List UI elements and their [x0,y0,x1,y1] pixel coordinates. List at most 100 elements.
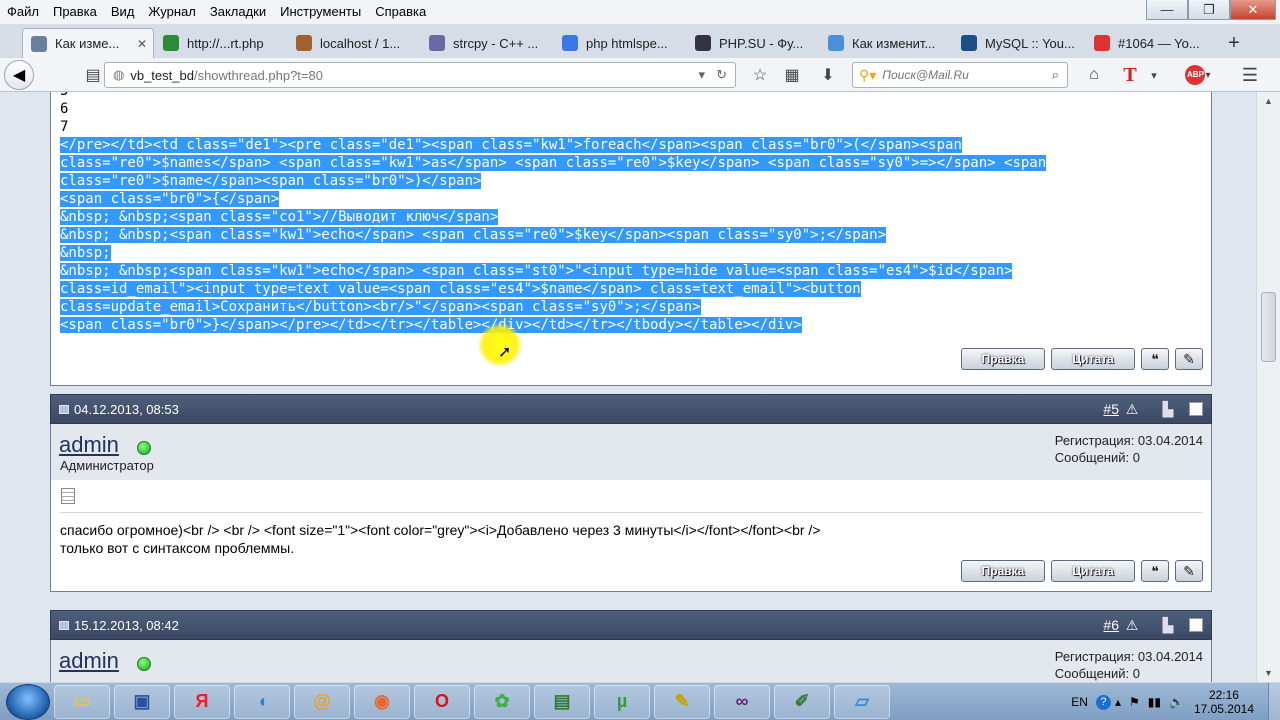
system-tray: EN ? ▴ ⚑ ▮▮ 🔈 22:16 17.05.2014 [1071,683,1280,720]
extension-dropdown-icon[interactable]: ▾ [1146,62,1162,88]
bookmark-star-icon[interactable]: ☆ [746,62,774,88]
browser-tab[interactable]: Как изменит... [820,28,952,58]
quote-button[interactable]: Цитата [1051,560,1135,582]
scroll-down-icon[interactable]: ▼ [1257,664,1280,682]
mail-agent-icon[interactable]: @ [294,684,350,719]
visualstudio-icon[interactable]: ∞ [714,684,770,719]
start-button[interactable] [6,683,50,720]
terminal-icon[interactable]: ▤ [534,684,590,719]
help-icon[interactable]: ? [1095,694,1111,710]
menu-item[interactable]: Журнал [141,0,202,24]
browser-tab[interactable]: http://...rt.php [155,28,287,58]
quick-reply-icon[interactable]: ✎ [1175,560,1203,582]
code-line: 7 [60,118,68,136]
tray-expand-icon[interactable]: ▴ [1115,695,1121,709]
explorer-icon[interactable]: ▭ [54,684,110,719]
quote-button[interactable]: Цитата [1051,348,1135,370]
post-username[interactable]: admin [59,648,119,674]
network-icon[interactable]: ▮▮ [1148,695,1161,709]
post-document-icon [61,488,75,504]
code-line: class=id_email"><input type=text value=<… [60,280,861,298]
menu-item[interactable]: Закладки [203,0,273,24]
code-line: 6 [60,100,68,118]
close-button[interactable]: ✕ [1230,0,1276,20]
download-icon[interactable]: ⬇ [814,62,842,88]
adblock-icon[interactable]: ABP ▾ [1178,62,1218,88]
reload-icon[interactable]: ↻ [716,67,727,83]
browser-tab[interactable]: #1064 — Yo... [1086,28,1218,58]
scroll-thumb[interactable] [1261,292,1276,362]
volume-icon[interactable]: 🔈 [1169,695,1184,709]
utorrent-icon[interactable]: µ [594,684,650,719]
browser-tab[interactable]: Как изме... ✕ [22,28,154,58]
report-warning-icon[interactable]: ⚠ [1123,617,1141,633]
menu-item[interactable]: Инструменты [273,0,368,24]
post-date: 04.12.2013, 08:53 [59,402,179,417]
ip-icon[interactable]: ▙ [1159,617,1177,633]
t-extension-icon[interactable]: T [1116,62,1144,88]
menu-item[interactable]: Файл [0,0,46,24]
mysql-icon [961,35,977,51]
save-icon[interactable]: ▣ [114,684,170,719]
ip-icon[interactable]: ▙ [1159,401,1177,417]
quick-reply-icon[interactable]: ✎ [1175,348,1203,370]
tab-close-icon[interactable]: ✕ [137,37,147,51]
language-indicator[interactable]: EN [1071,695,1088,709]
menu-item[interactable]: Правка [46,0,104,24]
firefox-icon[interactable]: ◉ [354,684,410,719]
editor-icon[interactable]: ✐ [774,684,830,719]
selected-code-text: </pre></td><td class="de1"><pre class="d… [60,137,962,153]
post-number-link[interactable]: #5 [1103,401,1119,417]
menu-item[interactable]: Вид [104,0,142,24]
page-scrollbar[interactable]: ▲ ▼ [1256,92,1280,682]
yandex-icon[interactable]: Я [174,684,230,719]
message-count: Сообщений: 0 [1054,666,1140,681]
mailru-search-icon[interactable]: ⚲▾ [859,67,876,84]
flag-icon[interactable]: ⚑ [1129,695,1140,709]
menu-icon[interactable]: ☰ [1236,62,1264,88]
multiquote-icon[interactable]: ❝ [1141,560,1169,582]
report-warning-icon[interactable]: ⚠ [1123,401,1141,417]
url-bar[interactable]: ◍ vb_test_bd/showthread.php?t=80 ▾ ↻ [104,62,736,88]
clock-date: 17.05.2014 [1193,702,1254,716]
new-tab-button[interactable]: + [1219,28,1249,58]
code-post: 567 </pre></td><td class="de1"><pre class… [50,92,1212,386]
opera-icon[interactable]: O [414,684,470,719]
edit-button[interactable]: Правка [961,348,1045,370]
reading-list-icon[interactable]: ▦ [778,62,806,88]
sticky-icon[interactable]: ✎ [654,684,710,719]
select-checkbox[interactable] [1189,618,1203,632]
edit-button[interactable]: Правка [961,560,1045,582]
home-icon[interactable]: ⌂ [1080,62,1108,88]
browser-tab[interactable]: strcpy - C++ ... [421,28,553,58]
clock[interactable]: 22:16 17.05.2014 [1194,688,1254,716]
speaker-icon[interactable]: ◖ [234,684,290,719]
post-number-link[interactable]: #6 [1103,617,1119,633]
browser-tab[interactable]: PHP.SU - Фу... [687,28,819,58]
selected-code-text: <span class="br0">}</span></pre></td></t… [60,317,802,333]
minimize-button[interactable]: — [1146,0,1188,20]
scroll-up-icon[interactable]: ▲ [1257,92,1280,110]
browser-tab[interactable]: MySQL :: You... [953,28,1085,58]
online-status-icon [137,657,151,671]
post-username[interactable]: admin [59,432,119,458]
back-button[interactable]: ◀ [4,59,34,90]
home-tiles-icon[interactable]: ▤ [84,62,102,88]
maximize-button[interactable]: ❐ [1188,0,1230,20]
url-path: /showthread.php?t=80 [193,67,323,83]
clock-time: 22:16 [1208,688,1239,702]
select-checkbox[interactable] [1189,402,1203,416]
search-input[interactable] [882,68,1033,82]
notepad-icon[interactable]: ▱ [834,684,890,719]
dropdown-icon[interactable]: ▾ [698,67,705,83]
show-desktop-button[interactable] [1268,683,1280,720]
browser-tab[interactable]: localhost / 1... [288,28,420,58]
search-icon[interactable]: ⌕ [1052,67,1059,83]
browser-tab[interactable]: php htmlspe... [554,28,686,58]
registration-date: Регистрация: 03.04.2014 [1054,433,1203,448]
icq-icon[interactable]: ✿ [474,684,530,719]
search-box[interactable]: ⚲▾ ⌕ [852,62,1068,88]
menu-item[interactable]: Справка [368,0,433,24]
site-icon: ◍ [113,67,125,82]
multiquote-icon[interactable]: ❝ [1141,348,1169,370]
